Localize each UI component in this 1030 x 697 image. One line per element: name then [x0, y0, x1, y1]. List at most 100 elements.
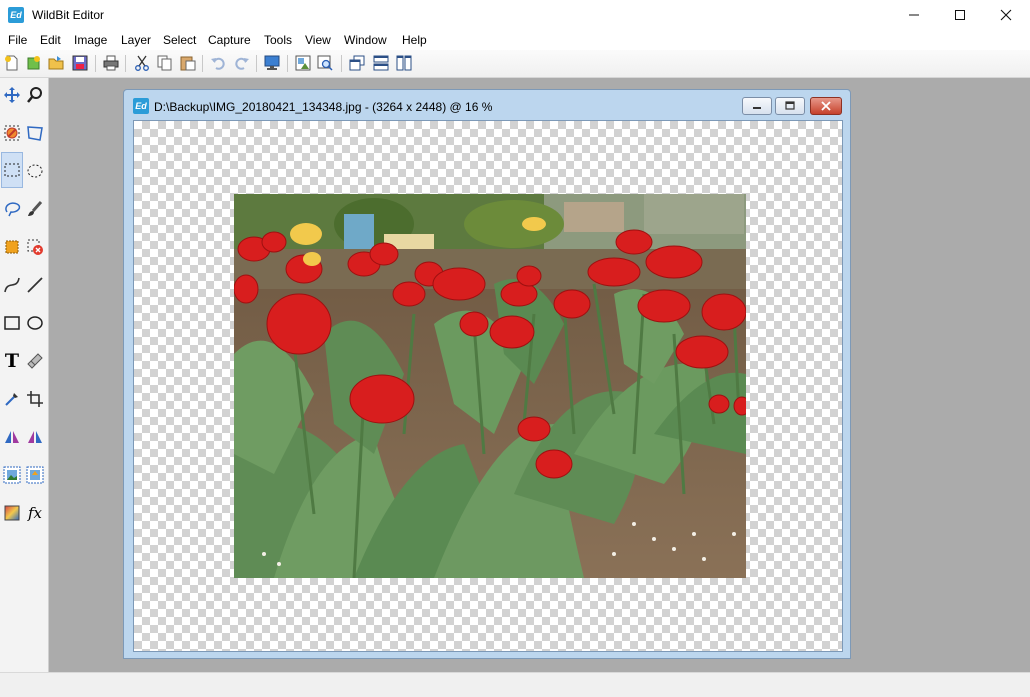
tile-horizontal-button[interactable]: [372, 54, 390, 72]
menu-tools[interactable]: Tools: [264, 33, 292, 47]
minimize-icon: [753, 107, 761, 109]
flip-tool[interactable]: [1, 426, 23, 448]
ellipse-tool[interactable]: [24, 312, 46, 334]
crop-select-tool[interactable]: [1, 236, 23, 258]
eraser-icon: [27, 353, 43, 369]
menu-capture[interactable]: Capture: [208, 33, 251, 47]
crop-tool[interactable]: [24, 388, 46, 410]
line-icon: [27, 277, 43, 293]
ellipse-select-tool[interactable]: [24, 160, 46, 182]
flip-icon: [5, 431, 19, 443]
brush-tool[interactable]: [24, 198, 46, 220]
maximize-button[interactable]: [937, 0, 983, 30]
layer-adjust-tool[interactable]: [24, 464, 46, 486]
menu-layer[interactable]: Layer: [121, 33, 151, 47]
cut-button[interactable]: [133, 54, 151, 72]
lasso-tool[interactable]: [1, 198, 23, 220]
document-title: D:\Backup\IMG_20180421_134348.jpg - (326…: [154, 100, 493, 114]
menu-bar: File Edit Image Layer Select Capture Too…: [0, 30, 1030, 50]
zoom-window-button[interactable]: [316, 54, 334, 72]
zoom-icon: [27, 87, 42, 103]
main-toolbar: [0, 50, 1030, 78]
close-icon: [1000, 9, 1012, 21]
menu-file[interactable]: File: [8, 33, 27, 47]
print-button[interactable]: [102, 54, 120, 72]
open-button[interactable]: [25, 54, 43, 72]
restore-icon: [785, 101, 795, 110]
tile-horizontal-icon: [373, 55, 389, 71]
layer-image-icon: [3, 466, 21, 484]
undo-button[interactable]: [209, 54, 227, 72]
image-canvas[interactable]: [133, 120, 843, 652]
toolbox: T fx: [0, 78, 49, 672]
app-title-bar: Ed WildBit Editor: [0, 0, 1030, 30]
document-icon: Ed: [133, 98, 149, 114]
text-tool[interactable]: T: [1, 350, 23, 372]
ellipse-icon: [27, 316, 43, 330]
transform-tool[interactable]: [24, 122, 46, 144]
screen-capture-button[interactable]: [263, 54, 281, 72]
mirror-icon: [28, 431, 42, 443]
lasso-icon: [5, 202, 21, 217]
menu-view[interactable]: View: [305, 33, 331, 47]
app-title: WildBit Editor: [32, 8, 105, 22]
copy-button[interactable]: [156, 54, 174, 72]
tile-vertical-button[interactable]: [395, 54, 413, 72]
status-bar: [0, 672, 1030, 697]
open-icon: [27, 56, 40, 70]
image-properties-button[interactable]: [294, 54, 312, 72]
gradient-tool[interactable]: [1, 502, 23, 524]
document-close-button[interactable]: [810, 97, 842, 115]
minimize-button[interactable]: [891, 0, 937, 30]
crop-icon: [27, 391, 43, 407]
clear-selection-icon: [27, 239, 43, 255]
rectangle-tool[interactable]: [1, 312, 23, 334]
save-icon: [72, 55, 88, 71]
document-restore-button[interactable]: [775, 97, 805, 115]
menu-select[interactable]: Select: [163, 33, 196, 47]
zoom-window-icon: [317, 55, 333, 71]
close-button[interactable]: [983, 0, 1029, 30]
document-window: Ed D:\Backup\IMG_20180421_134348.jpg - (…: [123, 89, 851, 659]
minimize-icon: [909, 14, 919, 16]
brush-icon: [28, 201, 43, 216]
zoom-tool[interactable]: [24, 84, 46, 106]
undo-icon: [211, 57, 225, 70]
mirror-tool[interactable]: [24, 426, 46, 448]
cascade-windows-button[interactable]: [348, 54, 366, 72]
print-icon: [103, 55, 119, 71]
curve-icon: [4, 277, 20, 293]
tulip-photo: [234, 194, 746, 578]
clear-selection-tool[interactable]: [24, 236, 46, 258]
rectangle-icon: [4, 316, 20, 330]
move-icon: [4, 87, 20, 103]
menu-window[interactable]: Window: [344, 33, 387, 47]
line-tool[interactable]: [24, 274, 46, 296]
redo-button[interactable]: [233, 54, 251, 72]
open-folder-button[interactable]: [47, 54, 65, 72]
deselect-tool[interactable]: [1, 122, 23, 144]
layer-image-tool[interactable]: [1, 464, 23, 486]
new-button[interactable]: [3, 54, 21, 72]
new-icon: [5, 55, 18, 71]
document-minimize-button[interactable]: [742, 97, 772, 115]
fx-tool[interactable]: fx: [24, 502, 46, 524]
rect-select-icon: [4, 163, 20, 177]
eyedropper-tool[interactable]: [1, 388, 23, 410]
eraser-tool[interactable]: [24, 350, 46, 372]
save-button[interactable]: [71, 54, 89, 72]
menu-help[interactable]: Help: [402, 33, 427, 47]
redo-icon: [235, 57, 249, 70]
move-tool[interactable]: [1, 84, 23, 106]
paste-button[interactable]: [179, 54, 197, 72]
curve-tool[interactable]: [1, 274, 23, 296]
maximize-icon: [955, 10, 965, 20]
paste-icon: [180, 56, 196, 71]
image-properties-icon: [295, 55, 311, 71]
menu-image[interactable]: Image: [74, 33, 107, 47]
eyedropper-icon: [5, 393, 18, 406]
copy-icon: [157, 55, 172, 71]
cut-icon: [135, 55, 149, 71]
menu-edit[interactable]: Edit: [40, 33, 61, 47]
rect-select-tool[interactable]: [1, 152, 23, 188]
